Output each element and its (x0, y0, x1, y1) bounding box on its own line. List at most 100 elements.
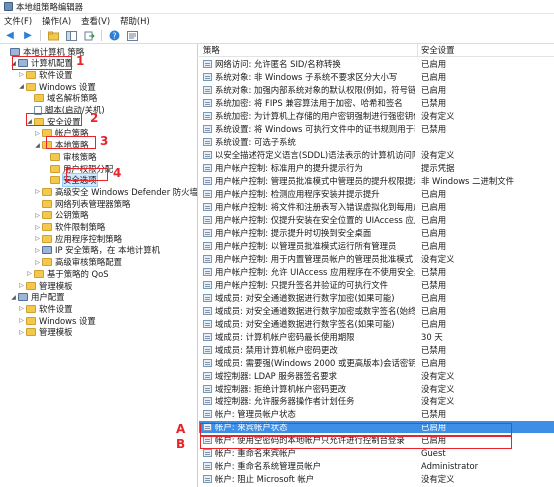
tree-item[interactable]: ▷ 基于策略的 QoS (26, 268, 108, 279)
policy-row[interactable]: 用户帐户控制: 仅提升安装在安全位置的 UIAccess 应用程序已启用 (199, 214, 554, 226)
column-header-policy[interactable]: 策略 (203, 44, 220, 56)
policy-editor-icon (4, 2, 13, 11)
expand-chevron-icon[interactable]: ▷ (34, 212, 41, 219)
policy-setting-value: 已启用 (421, 71, 447, 82)
menu-file[interactable]: 文件(F) (4, 15, 32, 27)
policy-setting-value: 已启用 (421, 305, 447, 316)
tree-item-label: 公钥策略 (55, 210, 89, 221)
policy-row[interactable]: 用户帐户控制: 允许 UIAccess 应用程序在不使用安全桌面的... 已禁用 (199, 266, 554, 278)
title-bar: 本地组策略编辑器 (0, 0, 554, 14)
policy-row[interactable]: 系统对象: 加强内部系统对象的默认权限(例如，符号链接) 已启用 (199, 84, 554, 96)
tree-item-label: 用户配置 (31, 292, 65, 303)
policy-row[interactable]: 系统加密: 将 FIPS 兼容算法用于加密、哈希和签名 已禁用 (199, 97, 554, 109)
policy-setting-value: 没有定义 (421, 474, 455, 485)
policy-name: 帐户: 阻止 Microsoft 帐户 (215, 474, 315, 485)
policy-row[interactable]: 域成员: 对安全通道数据进行数字加密或数字签名(始终) 已启用 (199, 305, 554, 317)
policy-row[interactable]: 帐户: 重命名来宾帐户 Guest (199, 447, 554, 459)
expand-chevron-icon[interactable]: ◢ (18, 83, 25, 90)
policy-setting-value: 已禁用 (421, 409, 447, 420)
expand-chevron-icon[interactable]: ▷ (34, 235, 41, 242)
tree-item[interactable]: ▷ 软件限制策略 (34, 222, 105, 233)
expand-chevron-icon[interactable]: ▷ (34, 130, 41, 137)
expand-chevron-icon[interactable]: ◢ (34, 142, 41, 149)
expand-chevron-icon[interactable]: ▷ (18, 71, 25, 78)
policy-row[interactable]: 用户帐户控制: 将文件和注册表写入错误虚拟化到每用户位置已启用 (199, 201, 554, 213)
column-header-security-setting[interactable]: 安全设置 (417, 44, 455, 57)
policy-row[interactable]: 用户帐户控制: 标准用户的提升提示行为 提示凭据 (199, 162, 554, 174)
expand-chevron-icon[interactable]: ▷ (18, 317, 25, 324)
tree-item[interactable]: ▷ 管理模板 (18, 280, 72, 291)
policy-row[interactable]: 域成员: 需要强(Windows 2000 或更高版本)会话密钥 已启用 (199, 357, 554, 369)
policy-row[interactable]: 用户帐户控制: 管理员批准模式中管理员的提升权限提示的非 Windows 二进制… (199, 175, 554, 187)
policy-row[interactable]: 以安全描述符定义语言(SDDL)语法表示的计算机访问限制 没有定义 (199, 149, 554, 161)
menu-help[interactable]: 帮助(H) (120, 15, 150, 27)
expand-chevron-icon[interactable]: ▷ (34, 224, 41, 231)
policy-row[interactable]: 系统对象: 非 Windows 子系统不要求区分大小写 已启用 (199, 71, 554, 83)
policy-row[interactable]: 域成员: 计算机帐户密码最长使用期限 30 天 (199, 331, 554, 343)
policy-row[interactable]: 用户帐户控制: 检测应用程序安装并提示提升 已启用 (199, 188, 554, 200)
policy-row[interactable]: 域控制器: LDAP 服务器签名要求 没有定义 (199, 370, 554, 382)
expand-chevron-icon[interactable]: ▷ (34, 259, 41, 266)
tree-item[interactable]: ▷ 公钥策略 (34, 210, 89, 221)
policy-name: 域成员: 对安全通道数据进行数字签名(如果可能) (215, 318, 395, 329)
tree-item-label: 域名解析策略 (47, 93, 98, 104)
help-icon[interactable]: ? (108, 30, 120, 42)
policy-row[interactable]: 帐户: 重命名系统管理员帐户 Administrator (199, 460, 554, 472)
policy-row[interactable]: 用户帐户控制: 提示提升时切换到安全桌面 已启用 (199, 227, 554, 239)
expand-chevron-icon[interactable]: ▷ (18, 305, 25, 312)
tree-item[interactable]: ▷ 应用程序控制策略 (34, 233, 122, 244)
expand-chevron-icon[interactable]: ▷ (18, 329, 25, 336)
policy-row[interactable]: 帐户: 阻止 Microsoft 帐户 没有定义 (199, 473, 554, 485)
policy-setting-value: Guest (421, 448, 446, 459)
tree-item[interactable]: 网络列表管理器策略 (34, 198, 130, 209)
policy-row[interactable]: 系统设置: 可选子系统 (199, 136, 554, 148)
policy-row[interactable]: 域成员: 禁用计算机帐户密码更改 已禁用 (199, 344, 554, 356)
tree-item[interactable]: ▷ 软件设置 (18, 69, 72, 80)
forward-icon[interactable]: ▶ (22, 30, 34, 42)
tree-item[interactable]: ◢ 用户配置 (10, 292, 65, 303)
policy-row[interactable]: 域控制器: 允许服务器操作者计划任务 没有定义 (199, 395, 554, 407)
policy-name: 用户帐户控制: 允许 UIAccess 应用程序在不使用安全桌面的... (215, 266, 415, 277)
tree-item[interactable]: ◢ Windows 设置 (18, 81, 96, 92)
tree-item[interactable]: ▷ 软件设置 (18, 303, 72, 314)
policy-row[interactable]: 用户帐户控制: 只提升签名并验证的可执行文件 已禁用 (199, 279, 554, 291)
tree-item[interactable]: 域名解析策略 (26, 93, 97, 104)
expand-chevron-icon[interactable]: ▷ (18, 282, 25, 289)
menu-bar: 文件(F) 操作(A) 查看(V) 帮助(H) (0, 14, 554, 28)
policy-row[interactable]: 用户帐户控制: 用于内置管理员帐户的管理员批准模式 没有定义 (199, 253, 554, 265)
policy-setting-icon (203, 475, 212, 484)
tree-item[interactable]: ▷ 管理模板 (18, 327, 72, 338)
show-hide-tree-icon[interactable] (65, 30, 77, 42)
tree-item[interactable]: ▷ 高级安全 Windows Defender 防火墙 (34, 186, 197, 197)
computer-icon (18, 293, 28, 302)
tree-item[interactable]: ▷ Windows 设置 (18, 315, 96, 326)
export-icon[interactable] (83, 30, 95, 42)
back-icon[interactable]: ◀ (4, 30, 16, 42)
expand-chevron-icon[interactable]: ◢ (10, 294, 17, 301)
expand-chevron-icon[interactable]: ▷ (34, 247, 41, 254)
tree-item[interactable]: 审核策略 (42, 151, 97, 162)
folder-icon (26, 281, 36, 290)
menu-action[interactable]: 操作(A) (42, 15, 71, 27)
tree-item[interactable]: ▷ IP 安全策略，在 本地计算机 (34, 245, 160, 256)
policy-row[interactable]: 帐户: 管理员帐户状态 已禁用 (199, 408, 554, 420)
tree-item-label: 高级审核策略配置 (55, 257, 122, 268)
policy-row[interactable]: 用户帐户控制: 以管理员批准模式运行所有管理员 已启用 (199, 240, 554, 252)
policy-setting-icon (203, 332, 212, 341)
properties-icon[interactable] (126, 30, 138, 42)
tree-item[interactable]: ▷ 高级审核策略配置 (34, 257, 122, 268)
expand-chevron-icon[interactable]: ▷ (34, 188, 41, 195)
policy-row[interactable]: 网络访问: 允许匿名 SID/名称转换 已启用 (199, 58, 554, 70)
policy-row[interactable]: 域成员: 对安全通道数据进行数字加密(如果可能) 已启用 (199, 292, 554, 304)
expand-chevron-icon[interactable]: ▷ (26, 270, 33, 277)
policy-row[interactable]: 域控制器: 拒绝计算机帐户密码更改 没有定义 (199, 383, 554, 395)
menu-view[interactable]: 查看(V) (81, 15, 110, 27)
policy-row[interactable]: 系统设置: 将 Windows 可执行文件中的证书规则用于软件限已禁用 (199, 123, 554, 135)
policy-row[interactable]: 域成员: 对安全通道数据进行数字签名(如果可能) 已启用 (199, 318, 554, 330)
folder-icon (50, 164, 60, 173)
policy-setting-value: 已启用 (421, 292, 447, 303)
policy-row[interactable]: 系统加密: 为计算机上存储的用户密钥强制进行强密钥保护 没有定义 (199, 110, 554, 122)
folder-icon (42, 223, 52, 231)
folder-icon (50, 176, 60, 185)
up-folder-icon[interactable] (47, 30, 59, 42)
